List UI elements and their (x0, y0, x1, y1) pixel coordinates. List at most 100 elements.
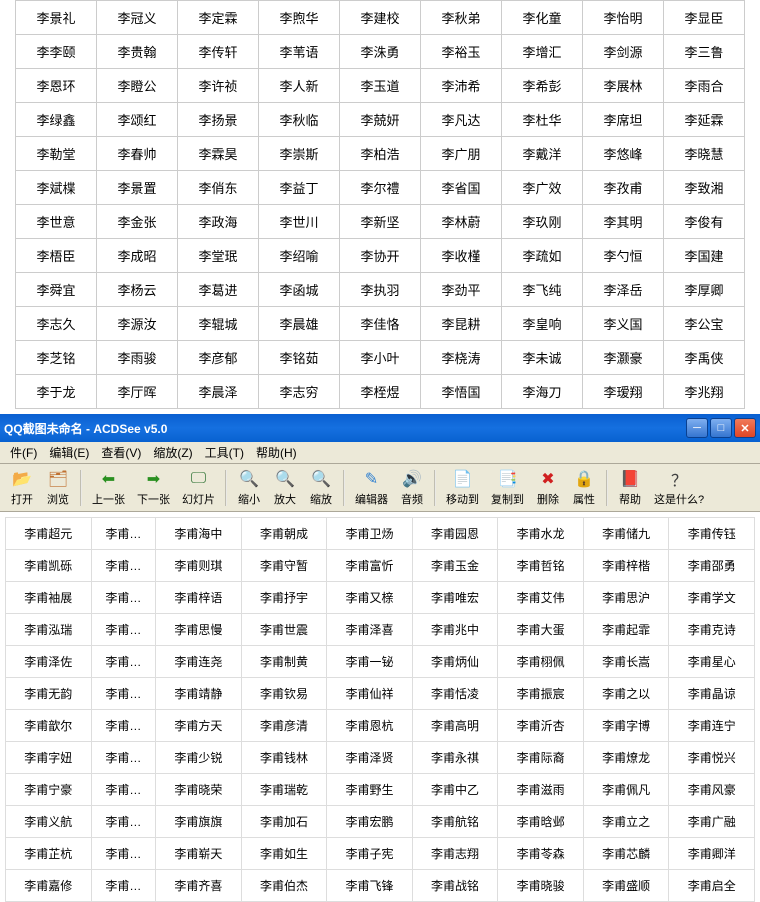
menubar: 件(F)编辑(E)查看(V)缩放(Z)工具(T)帮助(H) (0, 442, 760, 464)
tool-label: 打开 (11, 491, 33, 507)
name-cell: 李甫钱林 (241, 742, 327, 774)
name-cell: 李甫仙祥 (327, 678, 413, 710)
name-cell: 李甫瑞乾 (241, 774, 327, 806)
name-cell: 李冠义 (97, 1, 178, 35)
tool-编辑器[interactable]: ✎编辑器 (349, 466, 394, 509)
name-cell: 李人新 (259, 69, 340, 103)
tool-复制到[interactable]: 📑复制到 (485, 466, 530, 509)
tool-label: 下一张 (137, 491, 170, 507)
name-cell: 李甫长嵩 (583, 646, 669, 678)
titlebar: QQ截图未命名 - ACDSee v5.0 ─ □ ✕ (0, 414, 760, 442)
open-icon: 📂 (11, 468, 33, 490)
name-cell: 李裕玉 (421, 35, 502, 69)
tool-属性[interactable]: 🔒属性 (566, 466, 602, 509)
tool-帮助[interactable]: 📕帮助 (612, 466, 648, 509)
tool-label: 浏览 (47, 491, 69, 507)
minimize-button[interactable]: ─ (686, 418, 708, 438)
name-cell: 李甫伯杰 (241, 870, 327, 902)
name-cell: 李禹侠 (664, 341, 745, 375)
name-cell: 李厅晖 (97, 375, 178, 409)
close-button[interactable]: ✕ (734, 418, 756, 438)
tool-下一张[interactable]: ➡下一张 (131, 466, 176, 509)
name-cell: 李戴洋 (502, 137, 583, 171)
name-cell: 李甫字妞 (6, 742, 92, 774)
name-cell: 李公宝 (664, 307, 745, 341)
name-cell: 李甫沂杏 (498, 710, 584, 742)
name-cell: 李铭茹 (259, 341, 340, 375)
name-cell: 李甫梓语 (156, 582, 242, 614)
name-cell: 李希彭 (502, 69, 583, 103)
name-cell: 李义国 (583, 307, 664, 341)
zoomin-icon: 🔍 (274, 468, 296, 490)
name-cell: 李甫唯宏 (412, 582, 498, 614)
name-cell: 李兢妍 (340, 103, 421, 137)
name-cell: 李甫如生 (241, 838, 327, 870)
name-cell: 李甫芯麟 (583, 838, 669, 870)
name-cell: 李彦郁 (178, 341, 259, 375)
name-cell: 李疏如 (502, 239, 583, 273)
tool-音频[interactable]: 🔊音频 (394, 466, 430, 509)
menu-e[interactable]: 编辑(E) (43, 442, 95, 463)
name-cell: 李佳恪 (340, 307, 421, 341)
name-cell: 李恩环 (16, 69, 97, 103)
tool-label: 放大 (274, 491, 296, 507)
name-cell: 李林蔚 (421, 205, 502, 239)
name-cell: 李甫歆尔 (6, 710, 92, 742)
name-cell: 李春帅 (97, 137, 178, 171)
tool-缩小[interactable]: 🔍缩小 (231, 466, 267, 509)
name-cell: 李俏东 (178, 171, 259, 205)
tool-打开[interactable]: 📂打开 (4, 466, 40, 509)
name-cell: 李甫苓森 (498, 838, 584, 870)
name-cell: 李小叶 (340, 341, 421, 375)
name-cell: 李凡达 (421, 103, 502, 137)
name-cell: 李于龙 (16, 375, 97, 409)
name-cell: 李舜宜 (16, 273, 97, 307)
menu-t[interactable]: 工具(T) (199, 442, 250, 463)
name-cell: 李尔禮 (340, 171, 421, 205)
name-cell: 李甫玉金 (412, 550, 498, 582)
name-cell: 李甫际裔 (498, 742, 584, 774)
name-cell: 李甫艾伟 (498, 582, 584, 614)
tool-浏览[interactable]: 🗂浏览 (40, 466, 76, 509)
name-cell: 李甫盛顺 (583, 870, 669, 902)
name-cell: 李悠峰 (583, 137, 664, 171)
name-cell: 李新坚 (340, 205, 421, 239)
menu-h[interactable]: 帮助(H) (250, 442, 303, 463)
name-cell: 李晨泽 (178, 375, 259, 409)
tool-删除[interactable]: ✖删除 (530, 466, 566, 509)
tool-幻灯片[interactable]: 🖵幻灯片 (176, 466, 221, 509)
name-cell: 李杜华 (502, 103, 583, 137)
menu-z[interactable]: 缩放(Z) (147, 442, 198, 463)
tool-这是什么?[interactable]: ？这是什么? (648, 466, 710, 509)
menu-v[interactable]: 查看(V) (95, 442, 147, 463)
name-cell: 李甫子宪 (327, 838, 413, 870)
maximize-button[interactable]: □ (710, 418, 732, 438)
name-cell: 李瑷翔 (583, 375, 664, 409)
menu-f[interactable]: 件(F) (4, 442, 43, 463)
name-cell: 李甫哲铭 (498, 550, 584, 582)
name-cell: 李甫园恩 (412, 518, 498, 550)
name-cell: 李甫… (91, 614, 156, 646)
name-cell: 李景礼 (16, 1, 97, 35)
tool-label: 缩小 (238, 491, 260, 507)
name-cell: 李甫广融 (669, 806, 755, 838)
name-cell: 李玉道 (340, 69, 421, 103)
name-cell: 李斌楪 (16, 171, 97, 205)
name-cell: 李煦华 (259, 1, 340, 35)
name-cell: 李勺恒 (583, 239, 664, 273)
name-cell: 李扬景 (178, 103, 259, 137)
tool-上一张[interactable]: ⬅上一张 (86, 466, 131, 509)
tool-放大[interactable]: 🔍放大 (267, 466, 303, 509)
name-cell: 李秋弟 (421, 1, 502, 35)
name-cell: 李瞪公 (97, 69, 178, 103)
tool-label: 复制到 (491, 491, 524, 507)
name-cell: 李皇响 (502, 307, 583, 341)
name-table-top: 李景礼李冠义李定霖李煦华李建校李秋弟李化童李怡明李显臣李李颐李贵翰李传轩李苇语李… (15, 0, 745, 409)
name-cell: 李甫卫炀 (327, 518, 413, 550)
name-cell: 李志久 (16, 307, 97, 341)
name-cell: 李甫抒宇 (241, 582, 327, 614)
tool-缩放[interactable]: 🔍缩放 (303, 466, 339, 509)
tool-移动到[interactable]: 📄移动到 (440, 466, 485, 509)
name-cell: 李甫飞锋 (327, 870, 413, 902)
name-cell: 李甫字博 (583, 710, 669, 742)
